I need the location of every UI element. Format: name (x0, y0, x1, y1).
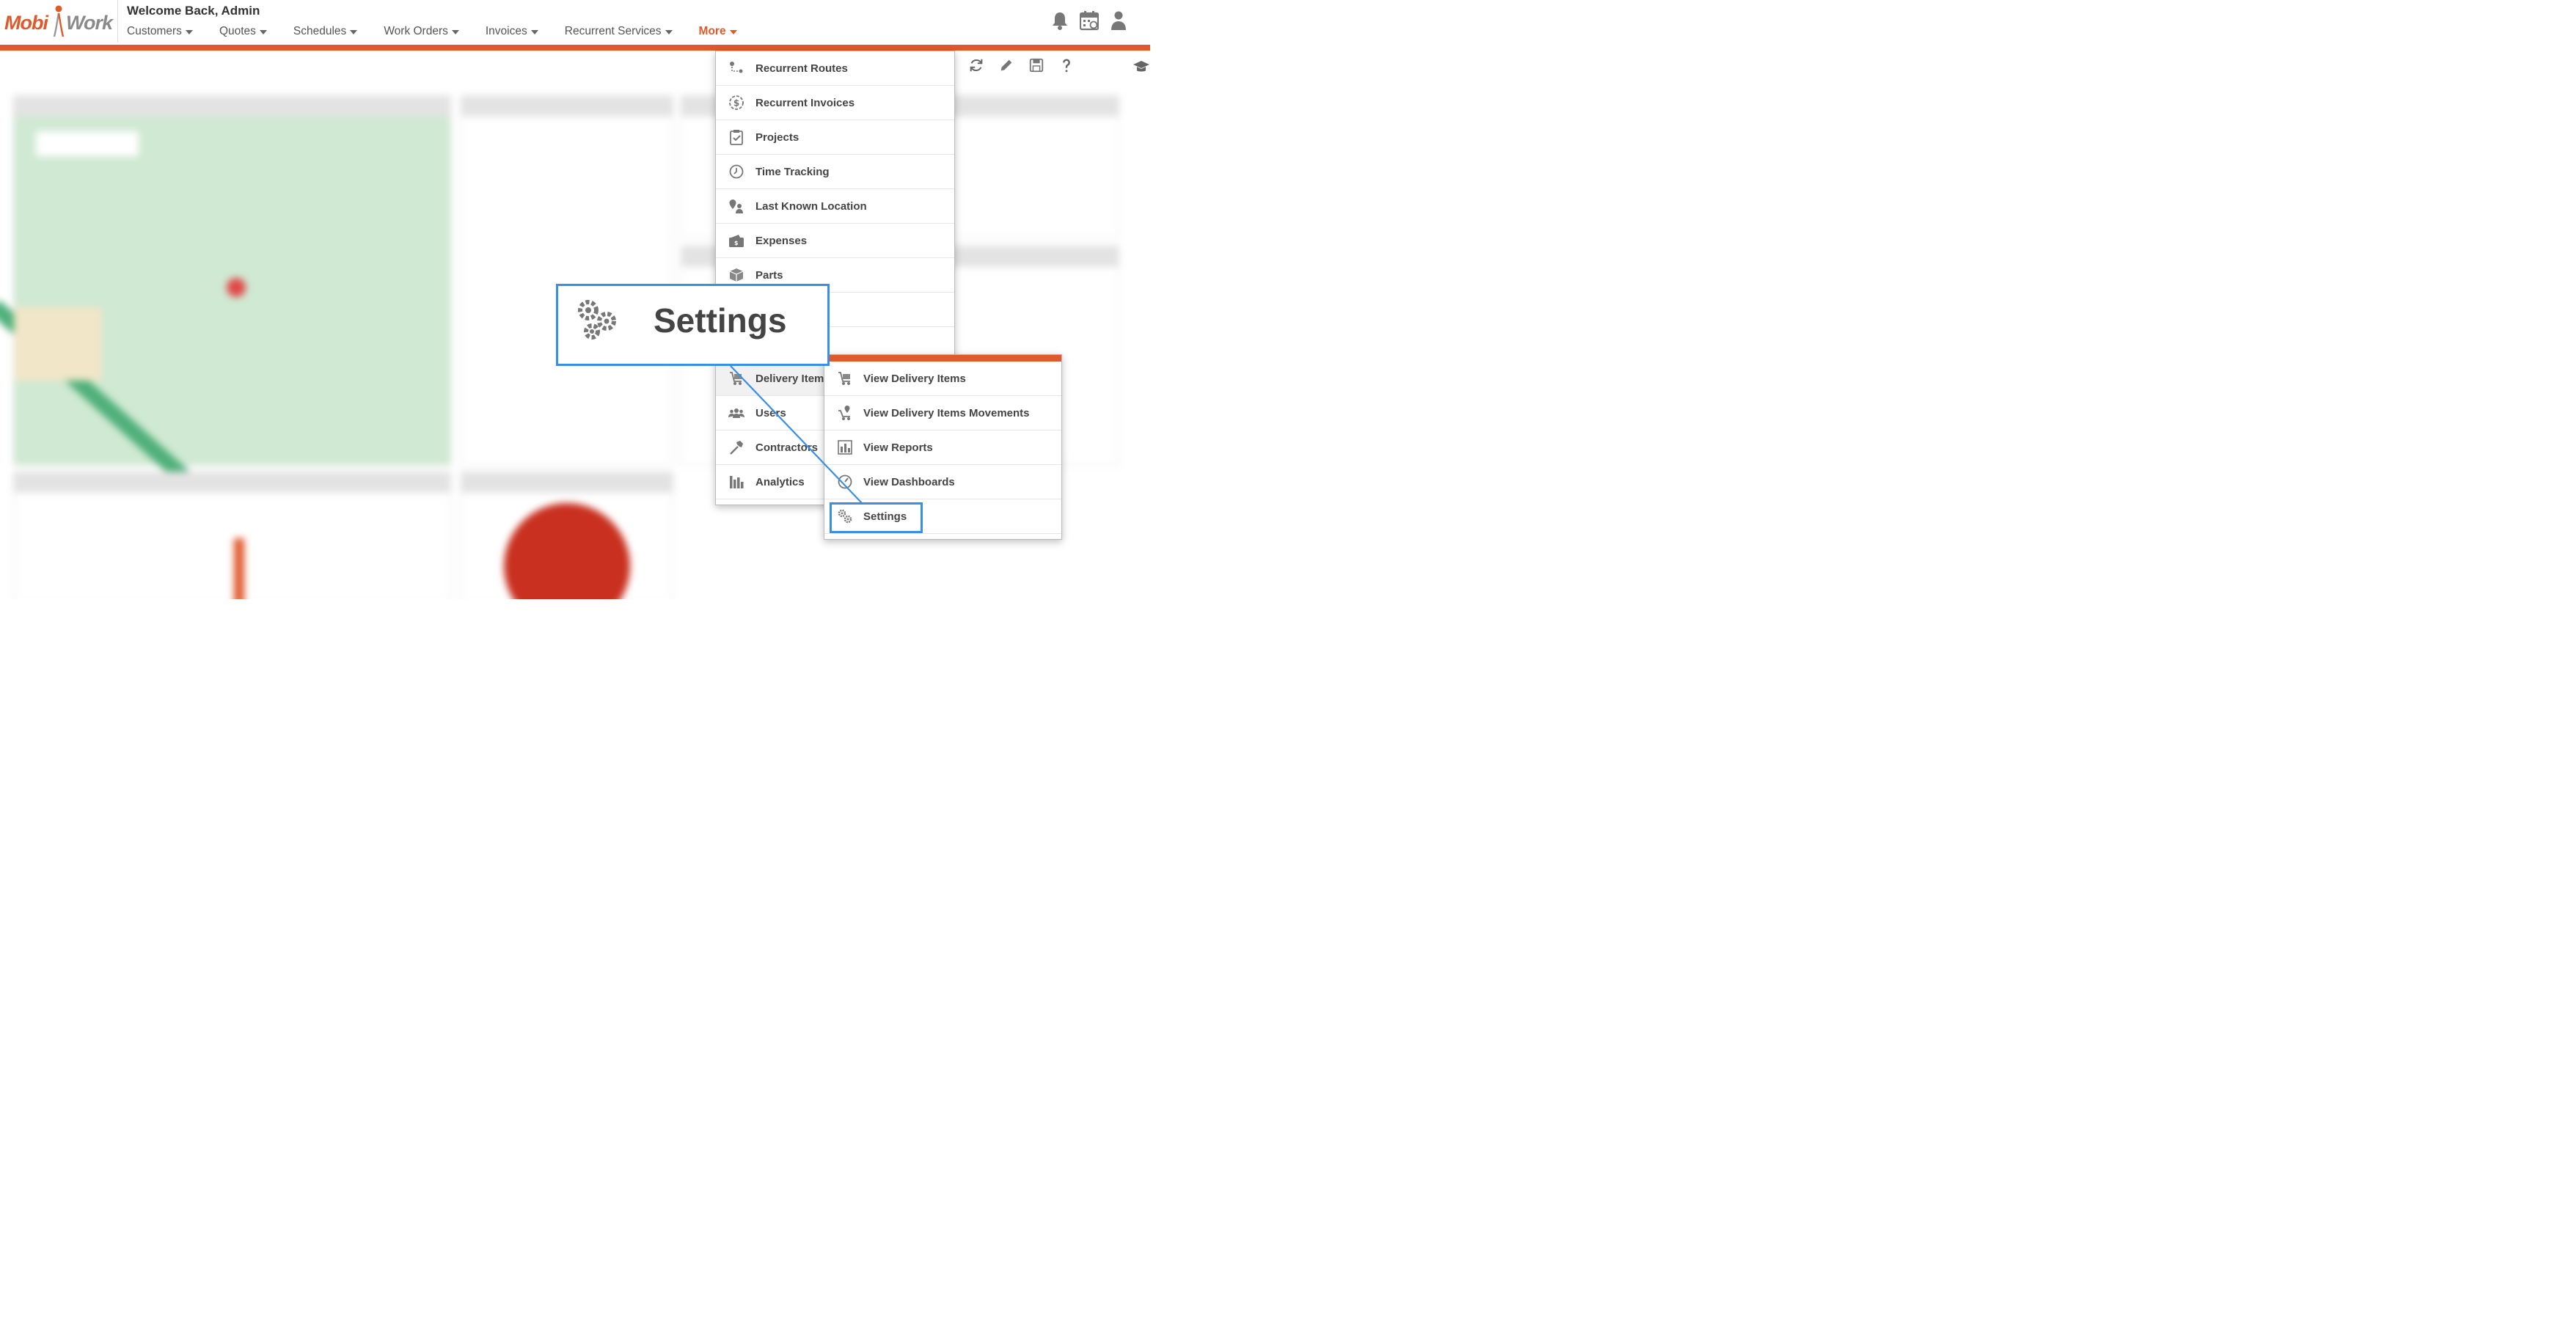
callout-label: Settings (654, 301, 787, 340)
submenu-item-view-dashboards[interactable]: View Dashboards (824, 465, 1061, 499)
mobiwork-logo[interactable]: Mobi Work (4, 4, 114, 41)
pin-cart-icon (838, 406, 850, 420)
pie-chart-panel (461, 472, 673, 599)
nav-customers[interactable]: Customers (127, 25, 193, 38)
help-icon[interactable] (1058, 57, 1075, 73)
header-icons (1050, 10, 1128, 31)
gears-icon (578, 300, 616, 340)
wallet-icon: $ (729, 235, 744, 247)
top-header: Mobi Work Welcome Back, Admin Customers … (0, 0, 1150, 45)
menu-item-time-tracking[interactable]: Time Tracking (716, 155, 954, 189)
logo-separator (117, 0, 118, 43)
bell-icon[interactable] (1050, 10, 1069, 31)
menu-item-recurrent-invoices[interactable]: $ Recurrent Invoices (716, 86, 954, 120)
report-icon (838, 440, 852, 455)
map-pin-person-icon (729, 199, 743, 213)
users-icon (728, 408, 744, 418)
menu-item-recurrent-routes[interactable]: Recurrent Routes (716, 51, 954, 86)
menu-item-projects[interactable]: Projects (716, 120, 954, 155)
map-view[interactable] (0, 117, 450, 538)
bar-chart-icon (730, 476, 744, 488)
menu-item-expenses[interactable]: $ Expenses (716, 224, 954, 258)
main-nav: Customers Quotes Schedules Work Orders I… (127, 25, 764, 38)
header-accent-bar (0, 45, 1150, 51)
nav-work-orders[interactable]: Work Orders (384, 25, 459, 38)
chevron-down-icon (530, 30, 538, 34)
refresh-icon[interactable] (968, 57, 984, 73)
nav-recurrent-services[interactable]: Recurrent Services (565, 25, 673, 38)
panel-2 (461, 95, 673, 466)
svg-text:$: $ (734, 240, 739, 246)
svg-text:$: $ (733, 98, 739, 109)
dollar-circle-icon: $ (729, 95, 744, 110)
box-icon (729, 268, 744, 282)
calendar-icon[interactable] (1080, 10, 1099, 31)
clipboard-check-icon (730, 130, 743, 145)
chevron-down-icon (259, 30, 267, 34)
nav-more[interactable]: More (699, 25, 737, 38)
nav-schedules[interactable]: Schedules (293, 25, 358, 38)
nav-invoices[interactable]: Invoices (486, 25, 538, 38)
submenu-item-view-delivery-items[interactable]: View Delivery Items (824, 362, 1061, 396)
menu-item-last-known-location[interactable]: Last Known Location (716, 189, 954, 224)
pencil-icon[interactable] (998, 57, 1014, 73)
chevron-down-icon (729, 30, 737, 34)
graduation-cap-icon[interactable] (1133, 59, 1150, 75)
settings-zoom-callout: Settings (556, 284, 830, 366)
chevron-down-icon (350, 30, 358, 34)
bar-chart-panel (13, 472, 451, 599)
dashboard-toolbar (968, 57, 1075, 73)
user-icon[interactable] (1109, 10, 1128, 31)
map-panel (0, 95, 451, 538)
logo-text-mobi: Mobi (4, 12, 48, 34)
submenu-item-view-reports[interactable]: View Reports (824, 430, 1061, 465)
chevron-down-icon (665, 30, 673, 34)
settings-highlight-box (830, 502, 923, 533)
app-root: Mobi Work Welcome Back, Admin Customers … (0, 0, 1150, 599)
cart-icon (838, 372, 850, 385)
logo-figure-icon (53, 5, 65, 37)
welcome-message: Welcome Back, Admin (127, 4, 260, 18)
cart-icon (730, 372, 742, 385)
logo-text-work: Work (66, 12, 113, 34)
nav-quotes[interactable]: Quotes (219, 25, 267, 38)
clock-icon (729, 164, 744, 179)
submenu-accent-bar (824, 355, 1061, 362)
hammer-icon (730, 441, 743, 455)
submenu-item-view-delivery-items-movements[interactable]: View Delivery Items Movements (824, 396, 1061, 430)
chevron-down-icon (185, 30, 193, 34)
route-icon (730, 62, 743, 73)
gauge-icon (838, 474, 852, 489)
save-icon[interactable] (1028, 57, 1044, 73)
chevron-down-icon (451, 30, 459, 34)
